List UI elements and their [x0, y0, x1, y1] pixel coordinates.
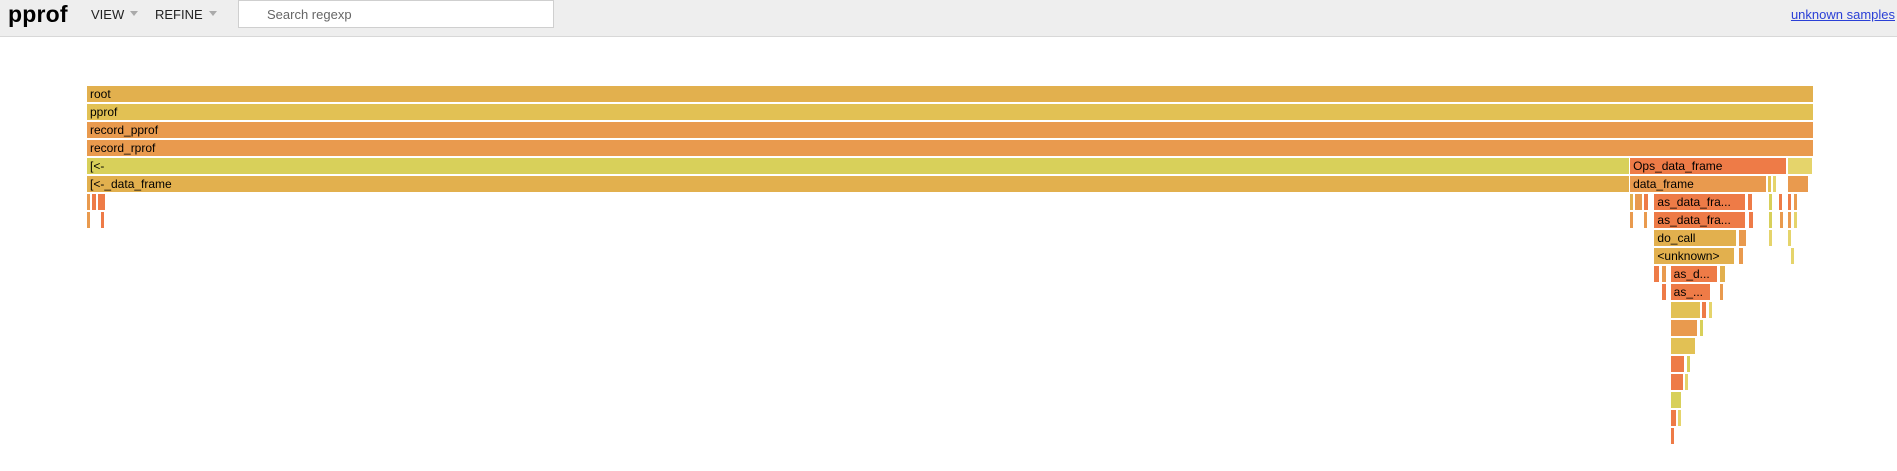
flame-frame-<unknown>[interactable]: <unknown> [1654, 248, 1735, 264]
flame-frame-small-d15-b[interactable] [1686, 356, 1691, 372]
flame-frame-small-d12-b[interactable] [1702, 302, 1708, 318]
app-logo: pprof [8, 1, 68, 27]
flame-frame-small-d6-f[interactable] [1643, 194, 1650, 210]
flame-frame-small-d13-a[interactable] [1670, 320, 1699, 336]
view-menu-label: VIEW [91, 7, 125, 22]
flame-frame-Ops_data_frame[interactable]: Ops_data_frame [1630, 158, 1788, 174]
flame-frame-small-d9-b[interactable] [1791, 248, 1796, 264]
flame-frame-small-d17-a[interactable] [1670, 392, 1683, 408]
flame-frame-small-d8-a[interactable] [1738, 230, 1748, 246]
sample-type-link[interactable]: unknown samples [1791, 7, 1895, 22]
flame-frame-record_rprof[interactable]: record_rprof [87, 140, 1814, 156]
flame-frame-small-d6-g[interactable] [1747, 194, 1753, 210]
flame-frame-small-d7-f[interactable] [1769, 212, 1774, 228]
flame-frame-do_call[interactable]: do_call [1654, 230, 1738, 246]
flame-frame-small-d6-a[interactable] [87, 194, 91, 210]
flame-frame-small-d6-b[interactable] [92, 194, 98, 210]
flame-frame-small-d7-d[interactable] [1643, 212, 1648, 228]
flame-frame-as_[interactable]: as_... [1670, 284, 1711, 300]
flame-frame-small-d11-b[interactable] [1720, 284, 1725, 300]
flame-frame-data_frame[interactable]: data_frame [1630, 176, 1767, 192]
flame-frame-small-d18-b[interactable] [1678, 410, 1683, 426]
flame-frame-[<-[interactable]: [<- [87, 158, 1631, 174]
flame-frame-small-d16-a[interactable] [1670, 374, 1684, 390]
flame-frame-small-d6-i[interactable] [1778, 194, 1783, 210]
flame-frame-small-d10-c[interactable] [1720, 266, 1726, 282]
refine-dropdown-caret-icon [208, 11, 217, 16]
view-dropdown-caret-icon [130, 11, 139, 16]
flame-frame-small-d6-j[interactable] [1788, 194, 1793, 210]
flame-frame-small-d6-c[interactable] [98, 194, 106, 210]
flame-frame-small-d10-a[interactable] [1654, 266, 1660, 282]
flame-frame-small-d6-d[interactable] [1630, 194, 1635, 210]
flame-frame-small-d7-i[interactable] [1794, 212, 1799, 228]
flame-frame-small-d12-c[interactable] [1708, 302, 1713, 318]
flame-frame-small-d8-c[interactable] [1788, 230, 1793, 246]
flame-frame-pprof[interactable]: pprof [87, 104, 1814, 120]
flame-frame-small-d14-a[interactable] [1670, 338, 1696, 354]
refine-menu-label: REFINE [155, 7, 203, 22]
flame-frame-small-d16-b[interactable] [1685, 374, 1690, 390]
flame-frame-small-d10-b[interactable] [1662, 266, 1668, 282]
flame-frame-small-d15-a[interactable] [1670, 356, 1686, 372]
flame-graph: root pprof record_pprof record_rprof [<- Ops_… [0, 0, 1897, 471]
flame-frame-small-d7-c[interactable] [1630, 212, 1635, 228]
flame-frame-small-d19-a[interactable] [1670, 428, 1675, 444]
flame-frame-as_d[interactable]: as_d... [1670, 266, 1719, 282]
flame-frame-small-d6-h[interactable] [1769, 194, 1774, 210]
flame-frame-small-d12-a[interactable] [1670, 302, 1701, 318]
flame-frame-small-d5-b[interactable] [1772, 176, 1777, 192]
flame-frame-[<-_data_frame[interactable]: [<-_data_frame [87, 176, 1631, 192]
flame-frame-small-d7-a[interactable] [87, 212, 91, 228]
flame-frame-small-d18-a[interactable] [1670, 410, 1678, 426]
flame-frame-small-d7-e[interactable] [1748, 212, 1754, 228]
flame-frame-small-d4-a[interactable] [1788, 158, 1814, 174]
top-toolbar: pprof VIEW REFINE unknown samples [0, 0, 1897, 37]
flame-frame-small-d8-b[interactable] [1769, 230, 1774, 246]
view-menu[interactable]: VIEW [91, 7, 139, 22]
flame-frame-record_pprof[interactable]: record_pprof [87, 122, 1814, 138]
search-input[interactable] [238, 0, 554, 28]
flame-frame-small-d7-g[interactable] [1779, 212, 1784, 228]
flame-frame-as_data_frame[interactable]: as_data_fra... [1654, 194, 1747, 210]
flame-frame-small-d7-h[interactable] [1788, 212, 1793, 228]
flame-frame-small-d13-b[interactable] [1699, 320, 1704, 336]
flame-frame-as_data_frame_2[interactable]: as_data_fra... [1654, 212, 1747, 228]
flame-frame-small-d11-a[interactable] [1662, 284, 1668, 300]
refine-menu[interactable]: REFINE [155, 7, 217, 22]
flame-frame-small-d5-c[interactable] [1788, 176, 1810, 192]
flame-frame-small-d7-b[interactable] [101, 212, 106, 228]
flame-frame-small-d9-a[interactable] [1738, 248, 1744, 264]
flame-frame-small-d6-e[interactable] [1635, 194, 1644, 210]
flame-frame-root[interactable]: root [87, 86, 1814, 102]
flame-frame-small-d5-a[interactable] [1767, 176, 1772, 192]
flame-frame-small-d6-k[interactable] [1794, 194, 1799, 210]
